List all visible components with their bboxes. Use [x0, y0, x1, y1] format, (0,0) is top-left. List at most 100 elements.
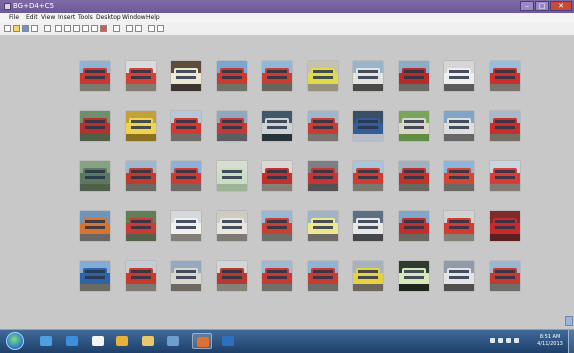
open-file-icon[interactable] — [13, 25, 20, 32]
image-thumbnail[interactable] — [308, 61, 338, 91]
rotate-3d-icon[interactable] — [82, 25, 89, 32]
image-thumbnail[interactable] — [126, 261, 156, 291]
clock-time: 8:51 AM — [539, 334, 561, 340]
colorbar-icon[interactable] — [126, 25, 133, 32]
document-icon[interactable] — [88, 333, 108, 349]
image-thumbnail[interactable] — [490, 211, 520, 241]
image-thumbnail[interactable] — [444, 211, 474, 241]
image-thumbnail[interactable] — [80, 211, 110, 241]
image-thumbnail[interactable] — [126, 111, 156, 141]
zoom-out-icon[interactable] — [64, 25, 71, 32]
new-figure-icon[interactable] — [4, 25, 11, 32]
image-thumbnail[interactable] — [262, 61, 292, 91]
brush-icon[interactable] — [100, 25, 107, 32]
media-player-icon[interactable] — [163, 333, 183, 349]
image-thumbnail[interactable] — [217, 161, 247, 191]
property-editor-icon[interactable] — [157, 25, 164, 32]
select-arrow-icon[interactable] — [44, 25, 51, 32]
image-thumbnail[interactable] — [353, 61, 383, 91]
image-thumbnail[interactable] — [490, 61, 520, 91]
taskbar-clock[interactable]: 8:51 AM 4/11/2013 — [533, 334, 567, 348]
window-title: BG+D4+C5 — [13, 2, 55, 10]
image-thumbnail[interactable] — [308, 211, 338, 241]
image-thumbnail[interactable] — [126, 161, 156, 191]
image-thumbnail[interactable] — [171, 61, 201, 91]
image-thumbnail[interactable] — [353, 261, 383, 291]
image-thumbnail[interactable] — [444, 111, 474, 141]
matlab-icon[interactable] — [192, 333, 212, 349]
pan-icon[interactable] — [73, 25, 80, 32]
plot-browser-icon[interactable] — [148, 25, 155, 32]
figure-canvas — [0, 36, 574, 329]
media-center-icon[interactable] — [36, 333, 56, 349]
image-thumbnail[interactable] — [171, 261, 201, 291]
print-icon[interactable] — [31, 25, 38, 32]
network-icon[interactable] — [498, 338, 503, 343]
image-thumbnail[interactable] — [308, 161, 338, 191]
show-desktop-button[interactable] — [568, 330, 574, 353]
window-controls: – □ ✕ — [520, 1, 572, 12]
image-thumbnail[interactable] — [308, 111, 338, 141]
image-thumbnail[interactable] — [171, 161, 201, 191]
clock-date: 4/11/2013 — [537, 341, 563, 347]
minimize-button[interactable]: – — [520, 1, 534, 11]
image-thumbnail[interactable] — [399, 61, 429, 91]
internet-explorer-icon[interactable] — [62, 333, 82, 349]
image-thumbnail[interactable] — [171, 211, 201, 241]
menu-file[interactable]: File — [9, 14, 19, 22]
image-thumbnail[interactable] — [262, 111, 292, 141]
menu-help[interactable]: Help — [146, 14, 160, 22]
image-thumbnail[interactable] — [399, 211, 429, 241]
image-thumbnail[interactable] — [80, 261, 110, 291]
save-icon[interactable] — [22, 25, 29, 32]
image-thumbnail[interactable] — [126, 61, 156, 91]
volume-icon[interactable] — [514, 338, 519, 343]
close-button[interactable]: ✕ — [550, 1, 572, 11]
image-thumbnail[interactable] — [353, 111, 383, 141]
image-thumbnail[interactable] — [444, 161, 474, 191]
menu-tools[interactable]: Tools — [78, 14, 93, 22]
word-icon[interactable] — [218, 333, 238, 349]
image-thumbnail[interactable] — [217, 111, 247, 141]
image-thumbnail[interactable] — [399, 161, 429, 191]
image-thumbnail[interactable] — [353, 161, 383, 191]
image-thumbnail[interactable] — [217, 261, 247, 291]
legend-icon[interactable] — [135, 25, 142, 32]
tray-up-arrow-icon[interactable] — [490, 338, 495, 343]
image-thumbnail[interactable] — [490, 161, 520, 191]
image-thumbnail[interactable] — [490, 111, 520, 141]
start-button[interactable] — [6, 332, 24, 350]
file-explorer-icon[interactable] — [138, 333, 158, 349]
image-thumbnail[interactable] — [171, 111, 201, 141]
image-thumbnail[interactable] — [126, 211, 156, 241]
menu-window[interactable]: Window — [122, 14, 146, 22]
image-thumbnail[interactable] — [80, 61, 110, 91]
image-thumbnail[interactable] — [444, 261, 474, 291]
image-thumbnail[interactable] — [80, 161, 110, 191]
image-thumbnail[interactable] — [217, 211, 247, 241]
chrome-icon[interactable] — [112, 333, 132, 349]
image-thumbnail[interactable] — [262, 261, 292, 291]
flag-icon[interactable] — [506, 338, 511, 343]
image-thumbnail[interactable] — [262, 161, 292, 191]
maximize-button[interactable]: □ — [535, 1, 549, 11]
matlab-figure-icon — [4, 3, 11, 10]
image-thumbnail[interactable] — [308, 261, 338, 291]
taskbar: 8:51 AM 4/11/2013 — [0, 329, 574, 353]
image-thumbnail[interactable] — [262, 211, 292, 241]
side-panel-tab[interactable] — [565, 316, 573, 326]
menu-view[interactable]: View — [41, 14, 55, 22]
data-cursor-icon[interactable] — [91, 25, 98, 32]
image-thumbnail[interactable] — [80, 111, 110, 141]
menu-desktop[interactable]: Desktop — [96, 14, 121, 22]
zoom-in-icon[interactable] — [55, 25, 62, 32]
menu-edit[interactable]: Edit — [26, 14, 38, 22]
image-thumbnail[interactable] — [399, 261, 429, 291]
image-thumbnail[interactable] — [399, 111, 429, 141]
image-thumbnail[interactable] — [217, 61, 247, 91]
image-thumbnail[interactable] — [353, 211, 383, 241]
image-thumbnail[interactable] — [444, 61, 474, 91]
menu-insert[interactable]: Insert — [58, 14, 75, 22]
link-icon[interactable] — [113, 25, 120, 32]
image-thumbnail[interactable] — [490, 261, 520, 291]
